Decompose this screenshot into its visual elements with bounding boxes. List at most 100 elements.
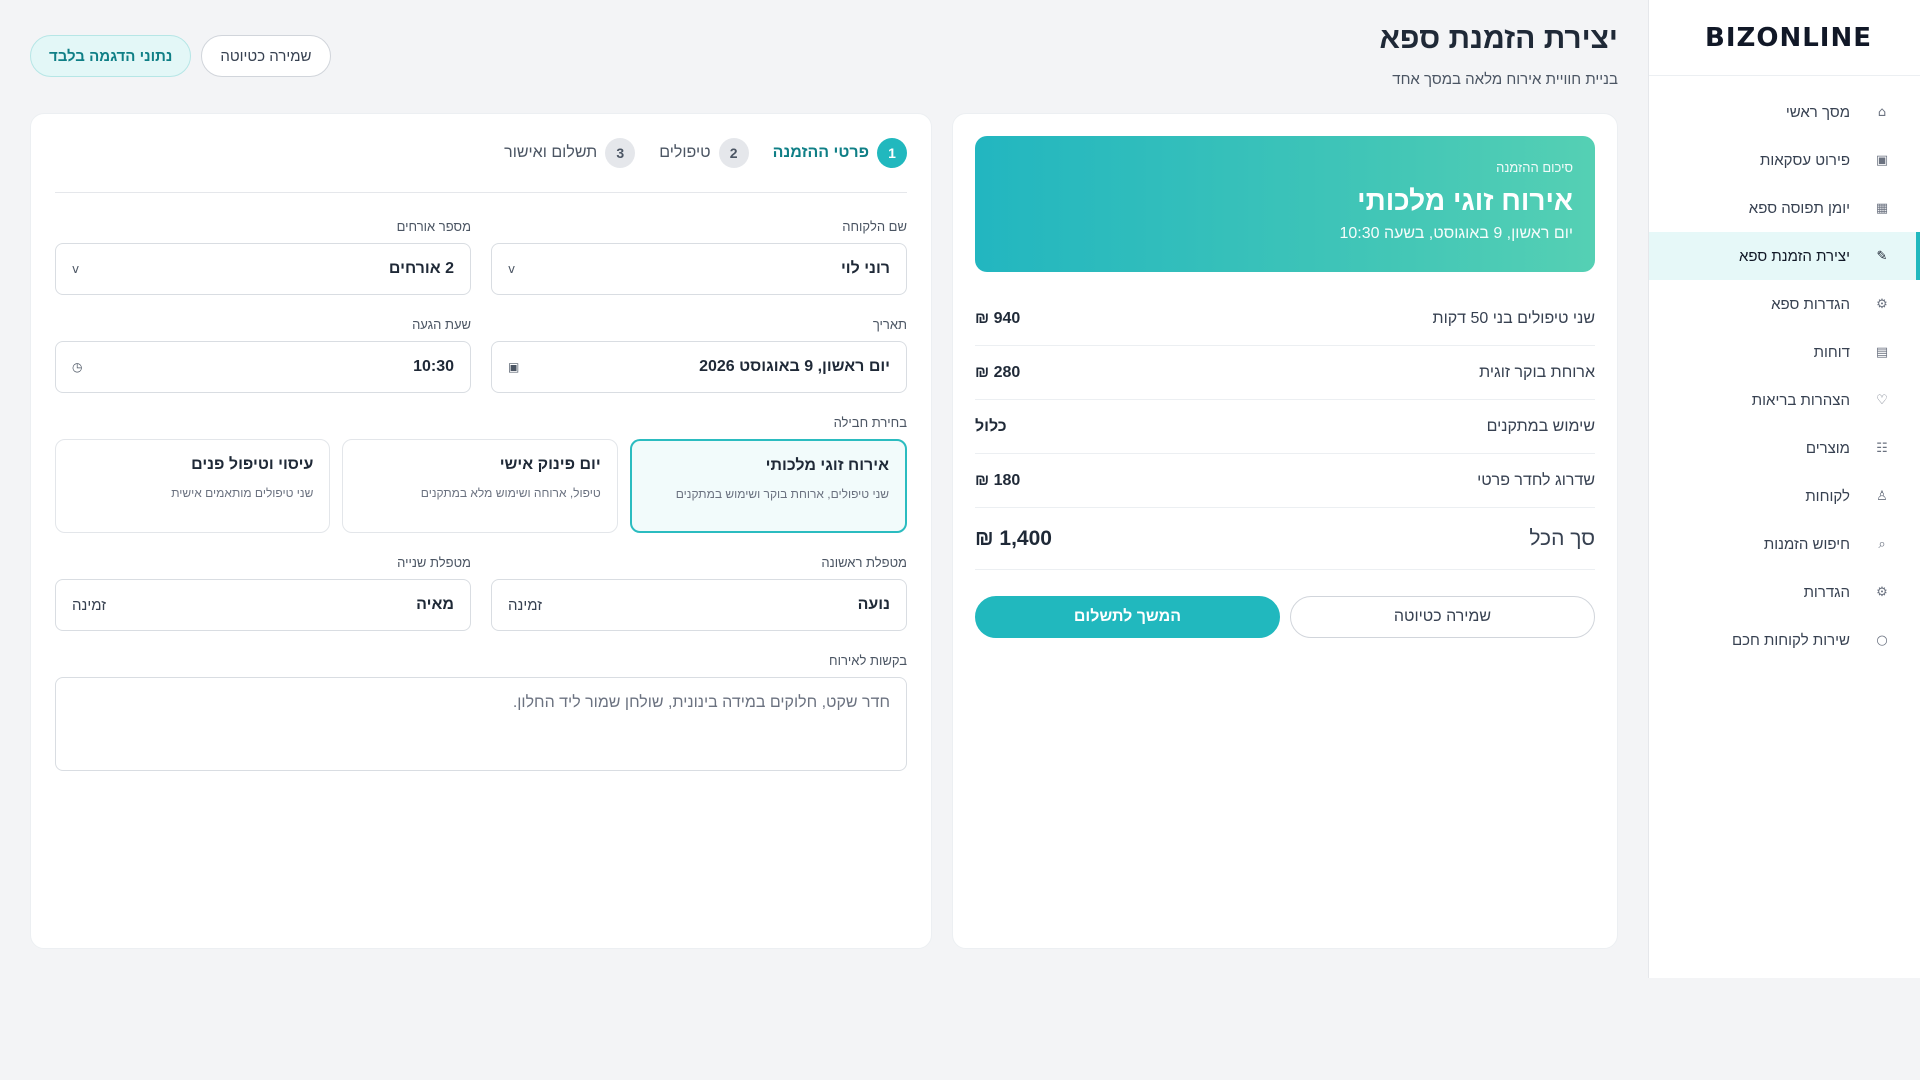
guests-label: מספר אורחים — [396, 219, 471, 234]
products-icon: ☷ — [1876, 440, 1888, 456]
calendar-icon: ▣ — [508, 360, 520, 374]
sidebar-item[interactable]: ▦ יומן תפוסה ספא — [1649, 184, 1920, 232]
requests-textarea[interactable]: חדר שקט, חלוקים במידה בינונית, שולחן שמו… — [55, 677, 907, 771]
package-description: שני טיפולים, ארוחת בוקר ושימוש במתקנים — [675, 487, 889, 501]
therapist1-select[interactable]: נועה זמינה — [491, 579, 907, 631]
therapist1-label: מטפלת ראשונה — [821, 555, 907, 570]
logo[interactable]: BIZONLINE — [1649, 0, 1920, 76]
date-field: תאריך יום ראשון, 9 באוגוסט 2026 ▣ — [491, 317, 907, 393]
sidebar-item[interactable]: ♙ לקוחות — [1649, 472, 1920, 520]
pencil-icon: ✎ — [1876, 248, 1888, 264]
transactions-icon: ▣ — [1875, 152, 1889, 168]
save-draft-button-top[interactable]: שמירה כטיוטה — [201, 35, 331, 77]
therapist1-field: מטפלת ראשונה נועה זמינה — [491, 555, 907, 631]
summary-line: שדרוג לחדר פרטי 180 ₪ — [975, 454, 1595, 508]
form-row: תאריך יום ראשון, 9 באוגוסט 2026 ▣ שעת הג… — [55, 317, 907, 393]
summary-line-label: שימוש במתקנים — [1486, 417, 1595, 435]
arrival-time-input[interactable]: 10:30 ◷ — [55, 341, 471, 393]
sidebar-item-label: הגדרות — [1803, 583, 1850, 601]
step-label: פרטי ההזמנה — [772, 144, 869, 161]
sidebar-item[interactable]: ☷ מוצרים — [1649, 424, 1920, 472]
sidebar-item-label: שירות לקוחות חכם — [1731, 631, 1850, 649]
user-icon: ♙ — [1876, 488, 1888, 504]
package-title: אירוח זוגי מלכותי — [765, 457, 889, 474]
sidebar-item-label: מוצרים — [1805, 439, 1850, 457]
chevron-down-icon: v — [508, 262, 516, 276]
arrival-value: 10:30 — [413, 358, 454, 375]
sidebar-item[interactable]: ✎ יצירת הזמנת ספא — [1649, 232, 1920, 280]
therapist2-select[interactable]: מאיה זמינה — [55, 579, 471, 631]
step-treatments[interactable]: 2 טיפולים — [659, 138, 749, 168]
summary-line-label: ארוחת בוקר זוגית — [1479, 363, 1595, 381]
guests-field: מספר אורחים 2 אורחים v — [55, 219, 471, 295]
sidebar-item[interactable]: ○ שירות לקוחות חכם — [1649, 616, 1920, 664]
summary-line-amount: 180 ₪ — [975, 471, 1021, 489]
date-input[interactable]: יום ראשון, 9 באוגוסט 2026 ▣ — [491, 341, 907, 393]
date-value: יום ראשון, 9 באוגוסט 2026 — [699, 358, 890, 375]
step-label: תשלום ואישור — [504, 144, 598, 161]
sidebar-item[interactable]: ▤ דוחות — [1649, 328, 1920, 376]
step-booking-details[interactable]: 1 פרטי ההזמנה — [773, 138, 907, 168]
summary-line-amount: כלול — [975, 417, 1007, 435]
sidebar-item-label: יומן תפוסה ספא — [1748, 199, 1850, 217]
sidebar-item-label: הגדרות ספא — [1771, 295, 1850, 313]
continue-to-payment-button[interactable]: המשך לתשלום — [975, 596, 1280, 638]
arrival-label: שעת הגעה — [412, 317, 471, 332]
step-payment[interactable]: 3 תשלום ואישור — [504, 138, 636, 168]
reports-icon: ▤ — [1875, 344, 1889, 360]
sidebar-item[interactable]: ⚙ הגדרות — [1649, 568, 1920, 616]
therapist1-value: נועה — [857, 596, 890, 613]
package-option-personal-day[interactable]: יום פינוק אישי טיפול, ארוחה ושימוש מלא ב… — [342, 439, 618, 533]
stepper-divider — [55, 192, 907, 193]
step-number: 2 — [718, 138, 749, 168]
customer-value: רוני לוי — [840, 260, 890, 277]
summary-line-amount: 280 ₪ — [975, 363, 1021, 381]
sidebar-item[interactable]: ▣ פירוט עסקאות — [1649, 136, 1920, 184]
order-summary-card: סיכום ההזמנה אירוח זוגי מלכותי יום ראשון… — [952, 113, 1618, 949]
clock-icon: ◷ — [72, 360, 83, 374]
package-section: בחירת חבילה אירוח זוגי מלכותי שני טיפולי… — [55, 415, 907, 533]
gear-icon: ⚙ — [1876, 584, 1888, 600]
chevron-down-icon: v — [72, 262, 80, 276]
therapist2-status: זמינה — [72, 596, 107, 614]
sidebar-item[interactable]: ⌕ חיפוש הזמנות — [1649, 520, 1920, 568]
guests-select[interactable]: 2 אורחים v — [55, 243, 471, 295]
date-label: תאריך — [872, 317, 907, 332]
summary-lines: שני טיפולים בני 50 דקות 940 ₪ ארוחת בוקר… — [975, 292, 1595, 570]
booking-form-card: 1 פרטי ההזמנה 2 טיפולים 3 תשלום ואישור ש… — [30, 113, 932, 949]
package-label: בחירת חבילה — [833, 415, 907, 430]
requests-section: בקשות לאירוח חדר שקט, חלוקים במידה בינונ… — [55, 653, 907, 776]
arrival-field: שעת הגעה 10:30 ◷ — [55, 317, 471, 393]
home-icon: ⌂ — [1877, 104, 1887, 120]
heart-icon: ♡ — [1876, 392, 1888, 408]
customer-field: שם הלקוחה רוני לוי v — [491, 219, 907, 295]
spa-settings-icon: ⚙ — [1876, 296, 1888, 312]
therapist2-value: מאיה — [416, 596, 454, 613]
summary-line: שני טיפולים בני 50 דקות 940 ₪ — [975, 292, 1595, 346]
sidebar-item-label: חיפוש הזמנות — [1763, 535, 1850, 553]
therapist2-label: מטפלת שנייה — [397, 555, 471, 570]
summary-actions: שמירה כטיוטה המשך לתשלום — [975, 596, 1595, 638]
step-label: טיפולים — [659, 144, 711, 161]
summary-date: יום ראשון, 9 באוגוסט, בשעה 10:30 — [1339, 225, 1573, 242]
top-actions: נתוני הדגמה בלבד שמירה כטיוטה — [30, 35, 331, 77]
save-draft-button[interactable]: שמירה כטיוטה — [1290, 596, 1595, 638]
form-row: מטפלת ראשונה נועה זמינה מטפלת שנייה מאיה… — [55, 555, 907, 631]
demo-data-badge[interactable]: נתוני הדגמה בלבד — [30, 35, 192, 77]
sidebar-item-label: לקוחות — [1805, 487, 1850, 505]
sidebar-item-label: הצהרות בריאות — [1751, 391, 1850, 409]
sidebar-item[interactable]: ⚙ הגדרות ספא — [1649, 280, 1920, 328]
package-options: אירוח זוגי מלכותי שני טיפולים, ארוחת בוק… — [55, 439, 907, 533]
sidebar-item[interactable]: ♡ הצהרות בריאות — [1649, 376, 1920, 424]
customer-select[interactable]: רוני לוי v — [491, 243, 907, 295]
summary-total-amount: 1,400 ₪ — [975, 526, 1052, 550]
summary-label: סיכום ההזמנה — [1496, 160, 1573, 175]
requests-label: בקשות לאירוח — [829, 653, 907, 668]
package-option-royal-couple[interactable]: אירוח זוגי מלכותי שני טיפולים, ארוחת בוק… — [629, 439, 907, 533]
package-option-massage-facial[interactable]: עיסוי וטיפול פנים שני טיפולים מותאמים אי… — [55, 439, 331, 533]
sidebar-item-label: יצירת הזמנת ספא — [1738, 247, 1850, 265]
sidebar-item[interactable]: ⌂ מסך ראשי — [1649, 88, 1920, 136]
guests-value: 2 אורחים — [388, 260, 454, 277]
sidebar-item-label: פירוט עסקאות — [1759, 151, 1850, 169]
page-subtitle: בניית חוויית אירוח מלאה במסך אחד — [1392, 71, 1618, 88]
